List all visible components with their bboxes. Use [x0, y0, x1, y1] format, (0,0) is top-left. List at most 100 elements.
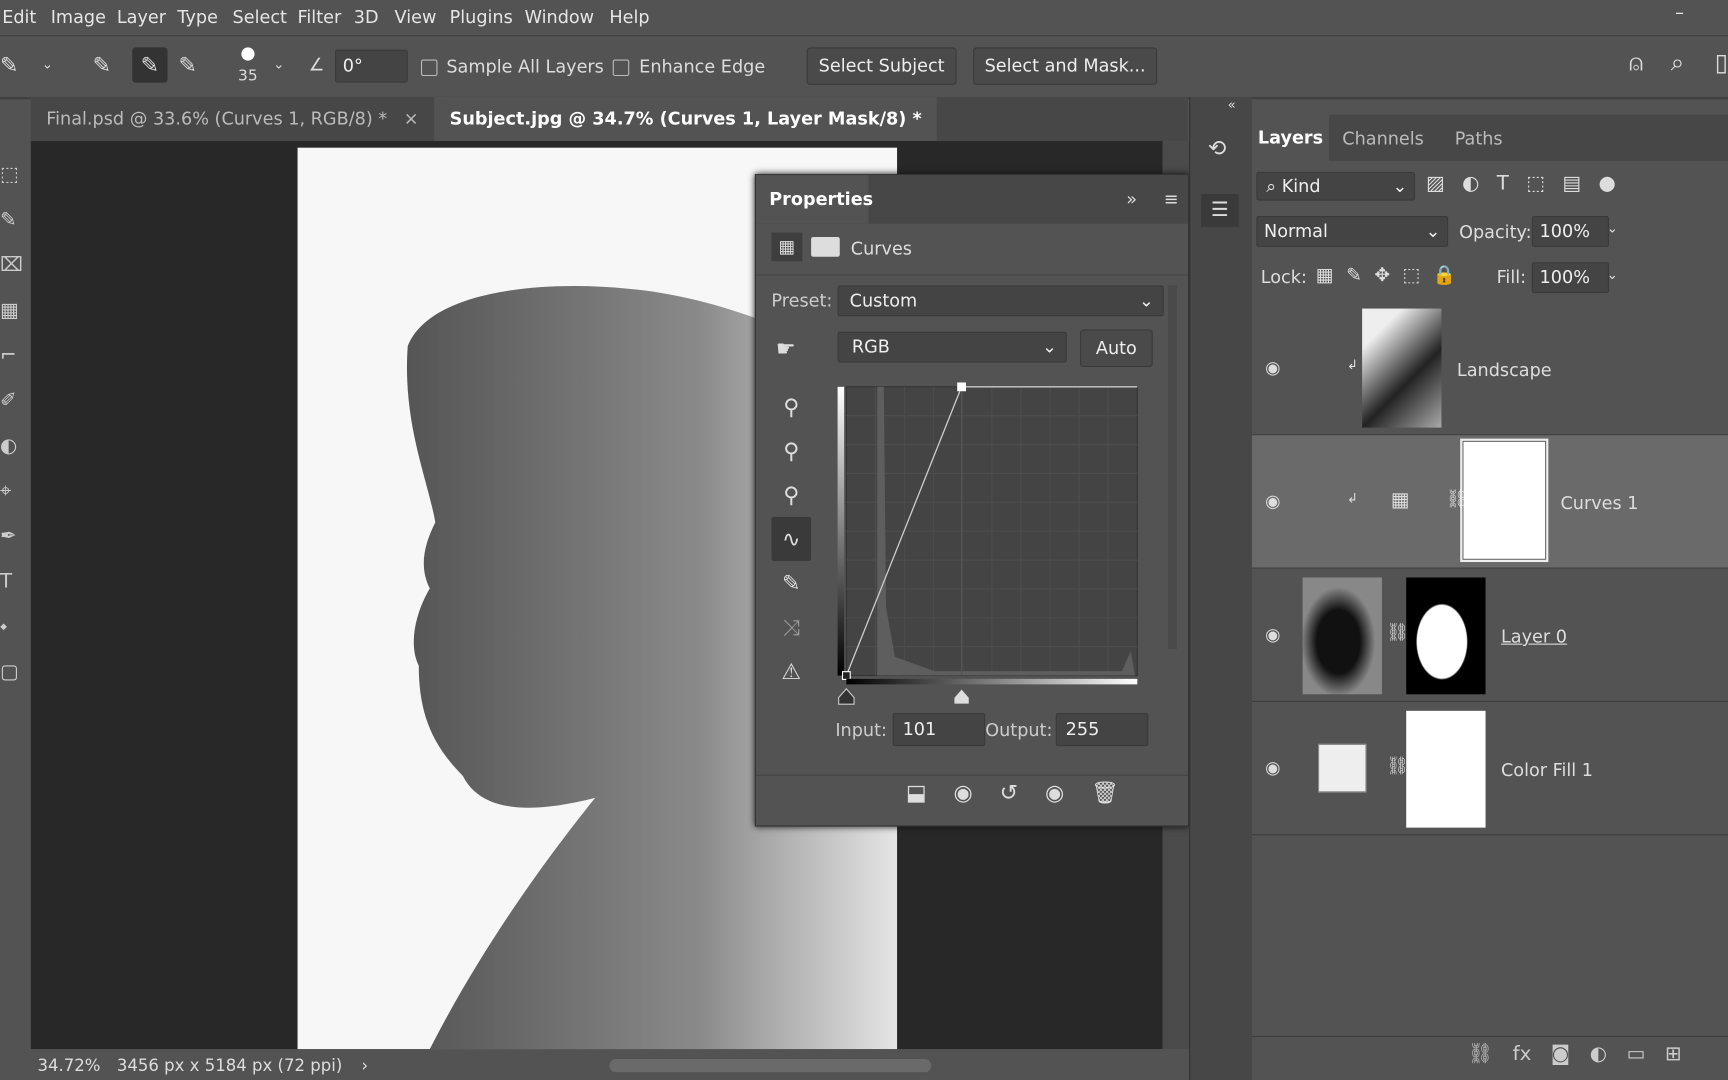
tab-subject-jpg[interactable]: Subject.jpg @ 34.7% (Curves 1, Layer Mas…	[434, 96, 937, 173]
tool-icons[interactable]: ⬚ ✎ ⌧ ▦ ⌐ ✐ ◐ ⌖ ✒ T ⬩ ▢	[0, 152, 23, 694]
preset-dropdown[interactable]: Custom ⌄	[837, 285, 1164, 317]
auto-button[interactable]: Auto	[1079, 329, 1153, 367]
collapse-icon[interactable]: «	[1228, 97, 1236, 112]
quick-select-tool-icon[interactable]: ✎	[0, 52, 18, 78]
chevron-down-icon[interactable]: ⌄	[42, 56, 53, 71]
smart-object-filter-icon[interactable]: ▤	[1562, 172, 1581, 195]
clipping-warning-icon[interactable]: ⚠	[771, 649, 811, 693]
lock-artboard-icon[interactable]: ⬚	[1403, 264, 1421, 286]
adjustment-filter-icon[interactable]: ◐	[1462, 172, 1479, 195]
properties-tab[interactable]: Properties	[755, 175, 873, 224]
select-subject-button[interactable]: Select Subject	[806, 47, 957, 85]
on-image-adjust-icon[interactable]: ☛	[776, 335, 796, 361]
visibility-icon[interactable]: ◉	[1045, 779, 1064, 805]
type-filter-icon[interactable]: T	[1497, 172, 1509, 195]
new-selection-icon[interactable]: ✎	[93, 52, 111, 78]
angle-input[interactable]: 0°	[335, 49, 408, 83]
blend-mode-dropdown[interactable]: Normal ⌄	[1256, 215, 1449, 247]
layer-color-fill-1[interactable]: ◉ ⛓ Color Fill 1	[1251, 702, 1728, 836]
filter-kind-dropdown[interactable]: ⌕ Kind ⌄	[1256, 171, 1416, 201]
input-field[interactable]: 101	[892, 713, 986, 747]
menu-view[interactable]: View	[395, 7, 437, 28]
fill-input[interactable]: 100%	[1531, 262, 1609, 294]
pencil-icon[interactable]: ✎	[771, 561, 811, 605]
gray-point-eyedropper-icon[interactable]: ⚲	[771, 429, 811, 473]
menu-image[interactable]: Image	[51, 7, 106, 28]
opacity-input[interactable]: 100%	[1531, 215, 1609, 247]
layer-curves-1[interactable]: ◉ ↲ ▦ ⛓ Curves 1	[1251, 435, 1728, 569]
layer-0[interactable]: ◉ ⛓ Layer 0	[1251, 569, 1728, 702]
tab-layers[interactable]: Layers	[1251, 114, 1330, 161]
menu-filter[interactable]: Filter	[298, 7, 342, 28]
layer-mask-thumbnail[interactable]	[1406, 577, 1486, 695]
black-point-eyedropper-icon[interactable]: ⚲	[771, 385, 811, 429]
layer-name[interactable]: Layer 0	[1501, 626, 1567, 647]
adjustments-icon[interactable]: ☰	[1201, 193, 1239, 228]
history-icon[interactable]: ⟲	[1208, 134, 1226, 160]
add-mask-icon[interactable]: ◙	[1551, 1043, 1570, 1066]
horizontal-scrollbar[interactable]	[609, 1059, 932, 1073]
minimize-icon[interactable]: –	[1675, 2, 1684, 23]
zoom-level[interactable]: 34.72%	[37, 1056, 100, 1076]
curves-graph[interactable]	[837, 382, 1144, 708]
properties-scrollbar[interactable]	[1168, 285, 1177, 650]
layer-mask-thumbnail[interactable]	[1406, 710, 1486, 828]
shape-filter-icon[interactable]: ⬚	[1526, 172, 1545, 195]
eye-icon[interactable]: ◉	[1265, 490, 1285, 511]
lock-pixels-icon[interactable]: ✎	[1346, 264, 1362, 286]
tab-channels[interactable]: Channels	[1342, 128, 1424, 149]
menu-edit[interactable]: Edit	[2, 7, 36, 28]
menu-type[interactable]: Type	[177, 7, 217, 28]
menu-window[interactable]: Window	[525, 7, 595, 28]
curves-adjustment-icon[interactable]: ▦	[771, 232, 803, 262]
new-adjustment-icon[interactable]: ◐	[1590, 1043, 1607, 1066]
panel-menu-icon[interactable]: ≡	[1164, 188, 1179, 209]
layer-name[interactable]: Color Fill 1	[1501, 759, 1593, 780]
eye-icon[interactable]: ◉	[1265, 757, 1285, 778]
lock-position-icon[interactable]: ✥	[1374, 264, 1390, 286]
reset-icon[interactable]: ↺	[1000, 779, 1018, 805]
delete-icon[interactable]: 🗑	[1091, 779, 1119, 805]
lock-transparent-icon[interactable]: ▦	[1316, 264, 1334, 286]
eye-icon[interactable]: ◉	[1265, 357, 1285, 378]
mask-icon[interactable]	[811, 236, 840, 257]
white-point-eyedropper-icon[interactable]: ⚲	[771, 473, 811, 517]
layer-name[interactable]: Landscape	[1457, 359, 1552, 380]
select-and-mask-button[interactable]: Select and Mask...	[973, 47, 1158, 85]
menu-plugins[interactable]: Plugins	[450, 7, 513, 28]
workspace-icon[interactable]: ▯	[1715, 50, 1728, 78]
eye-icon[interactable]: ◉	[1265, 624, 1285, 645]
view-previous-icon[interactable]: ◉	[954, 779, 973, 805]
tab-final-psd[interactable]: Final.psd @ 33.6% (Curves 1, RGB/8) * ×	[30, 96, 450, 142]
fill-chevron-icon[interactable]: ⌄	[1607, 267, 1618, 282]
tab-paths[interactable]: Paths	[1455, 128, 1503, 149]
menu-3d[interactable]: 3D	[354, 7, 379, 28]
new-group-icon[interactable]: ▭	[1627, 1043, 1646, 1066]
sample-all-layers-checkbox[interactable]	[420, 59, 438, 77]
lock-all-icon[interactable]: 🔒	[1433, 264, 1456, 286]
layer-mask-thumbnail[interactable]	[1460, 438, 1549, 563]
layer-landscape[interactable]: ◉ ↲ Landscape	[1251, 302, 1728, 436]
channel-dropdown[interactable]: RGB ⌄	[837, 331, 1067, 363]
enhance-edge-checkbox[interactable]	[612, 59, 630, 77]
share-icon[interactable]: ⍝	[1629, 50, 1644, 78]
brush-preview-icon[interactable]	[241, 47, 255, 61]
clip-to-layer-icon[interactable]: ⬓	[906, 779, 927, 805]
status-arrow-icon[interactable]: ›	[361, 1056, 368, 1076]
fx-icon[interactable]: fx	[1513, 1043, 1532, 1066]
search-icon[interactable]: ⌕	[1671, 50, 1685, 78]
output-field[interactable]: 255	[1055, 713, 1149, 747]
smooth-curve-icon[interactable]: ⤨	[771, 605, 811, 649]
new-layer-icon[interactable]: ⊞	[1665, 1043, 1682, 1066]
menu-layer[interactable]: Layer	[117, 7, 166, 28]
add-to-selection-icon[interactable]: ✎	[132, 47, 168, 83]
close-icon[interactable]: ×	[404, 108, 419, 129]
filter-toggle-icon[interactable]: ●	[1598, 172, 1615, 195]
brush-chevron-icon[interactable]: ⌄	[273, 56, 284, 71]
expand-icon[interactable]: »	[1126, 188, 1137, 209]
opacity-chevron-icon[interactable]: ⌄	[1607, 220, 1618, 235]
menu-help[interactable]: Help	[609, 7, 649, 28]
menu-select[interactable]: Select	[233, 7, 287, 28]
pixel-filter-icon[interactable]: ▨	[1426, 172, 1445, 195]
link-layers-icon[interactable]: ⛓	[1468, 1043, 1493, 1066]
